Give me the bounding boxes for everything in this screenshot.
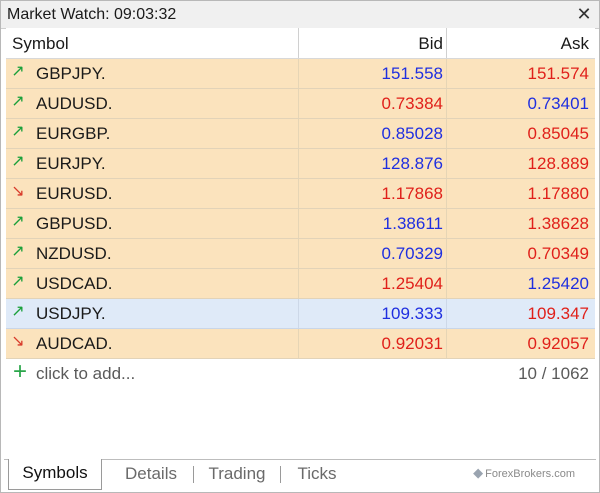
tab-symbols[interactable]: Symbols — [8, 459, 102, 490]
ask-value: 0.70349 — [527, 244, 589, 263]
close-icon[interactable]: ✕ — [575, 4, 593, 24]
tab-details[interactable]: Details — [108, 460, 194, 488]
up-arrow-icon: ↗ — [11, 273, 25, 290]
bid-value: 128.876 — [381, 154, 443, 173]
add-symbol-row[interactable]: + click to add... 10 / 1062 — [6, 359, 595, 389]
down-arrow-icon: ↘ — [11, 183, 25, 200]
ask-value: 1.17880 — [527, 184, 589, 203]
symbol-rows: ↗ GBPJPY. 151.558 151.574 ↗ AUDUSD. 0.73384 0.7… — [6, 59, 595, 359]
column-header-bid[interactable]: Bid — [298, 34, 443, 54]
symbol-count: 10 / 1062 — [518, 364, 589, 383]
ask-value: 109.347 — [527, 304, 589, 323]
symbol-row[interactable]: ↗ GBPJPY. 151.558 151.574 — [6, 59, 595, 89]
title-bar: Market Watch: 09:03:32 ✕ — [1, 1, 599, 29]
symbol-row[interactable]: ↗ EURJPY. 128.876 128.889 — [6, 149, 595, 179]
bid-value: 151.558 — [381, 64, 443, 83]
symbol-name: NZDUSD. — [36, 244, 112, 263]
column-header-row: Symbol Bid Ask — [6, 28, 595, 59]
ask-value: 128.889 — [527, 154, 589, 173]
bid-value: 1.38611 — [382, 214, 443, 233]
symbol-row[interactable]: ↗ AUDUSD. 0.73384 0.73401 — [6, 89, 595, 119]
up-arrow-icon: ↗ — [11, 93, 25, 110]
symbol-name: USDCAD. — [36, 274, 113, 293]
down-arrow-icon: ↘ — [11, 333, 25, 350]
ask-value: 0.73401 — [527, 94, 589, 113]
symbol-name: AUDUSD. — [36, 94, 113, 113]
bid-value: 0.85028 — [381, 124, 443, 143]
symbol-name: EURJPY. — [36, 154, 106, 173]
symbol-name: EURUSD. — [36, 184, 113, 203]
symbol-name: GBPUSD. — [36, 214, 113, 233]
bid-value: 0.73384 — [381, 94, 443, 113]
ask-value: 0.85045 — [527, 124, 589, 143]
symbol-row[interactable]: ↗ USDCAD. 1.25404 1.25420 — [6, 269, 595, 299]
bid-value: 0.92031 — [381, 334, 443, 353]
symbol-row[interactable]: ↗ EURGBP. 0.85028 0.85045 — [6, 119, 595, 149]
ask-value: 0.92057 — [527, 334, 589, 353]
ask-value: 1.25420 — [527, 274, 589, 293]
symbol-row[interactable]: ↗ USDJPY. 109.333 109.347 — [6, 299, 595, 329]
window-title: Market Watch: 09:03:32 — [7, 6, 177, 23]
column-header-ask[interactable]: Ask — [446, 34, 589, 54]
symbol-name: EURGBP. — [36, 124, 111, 143]
ask-value: 1.38628 — [527, 214, 589, 233]
bid-value: 0.70329 — [381, 244, 443, 263]
bid-value: 1.17868 — [381, 184, 443, 203]
tab-ticks[interactable]: Ticks — [281, 460, 353, 488]
ask-value: 151.574 — [527, 64, 589, 83]
up-arrow-icon: ↗ — [11, 63, 25, 80]
watermark: ◆ ForexBrokers.com — [473, 465, 575, 481]
symbol-name: GBPJPY. — [36, 64, 106, 83]
up-arrow-icon: ↗ — [11, 303, 25, 320]
symbol-row[interactable]: ↗ GBPUSD. 1.38611 1.38628 — [6, 209, 595, 239]
add-symbol-label[interactable]: click to add... — [36, 364, 135, 384]
up-arrow-icon: ↗ — [11, 123, 25, 140]
tab-trading[interactable]: Trading — [194, 460, 280, 488]
bid-value: 1.25404 — [381, 274, 443, 293]
symbol-name: AUDCAD. — [36, 334, 113, 353]
plus-icon[interactable]: + — [10, 360, 30, 384]
symbol-row[interactable]: ↘ AUDCAD. 0.92031 0.92057 — [6, 329, 595, 359]
symbol-grid: Symbol Bid Ask ↗ GBPJPY. 151.558 151.574 ↗ AU… — [6, 28, 595, 389]
symbol-row[interactable]: ↗ NZDUSD. 0.70329 0.70349 — [6, 239, 595, 269]
symbol-row[interactable]: ↘ EURUSD. 1.17868 1.17880 — [6, 179, 595, 209]
symbol-name: USDJPY. — [36, 304, 106, 323]
watermark-text: ForexBrokers.com — [485, 468, 575, 480]
bid-value: 109.333 — [381, 304, 443, 323]
market-watch-window: Market Watch: 09:03:32 ✕ Symbol Bid Ask … — [0, 0, 600, 493]
up-arrow-icon: ↗ — [11, 243, 25, 260]
up-arrow-icon: ↗ — [11, 213, 25, 230]
watermark-logo-icon: ◆ — [473, 465, 484, 480]
column-header-symbol[interactable]: Symbol — [12, 34, 69, 54]
up-arrow-icon: ↗ — [11, 153, 25, 170]
